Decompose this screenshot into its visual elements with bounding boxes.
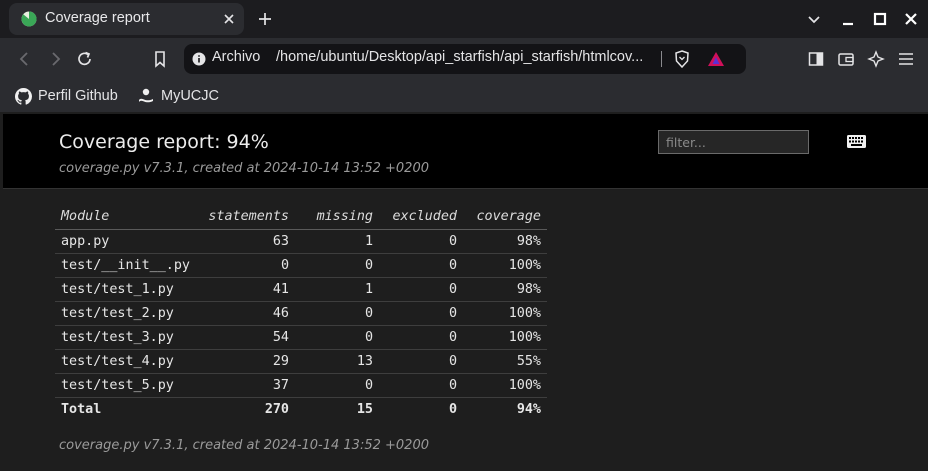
column-header-statements[interactable]: statements [197,205,295,230]
brave-rewards-icon[interactable] [707,50,725,68]
missing-cell: 1 [295,277,379,302]
excluded-cell: 0 [379,229,463,254]
missing-cell: 0 [295,325,379,350]
person-icon [139,88,153,103]
missing-cell: 13 [295,349,379,374]
module-name[interactable]: test/test_2.py [55,301,197,326]
statements-cell: 54 [197,325,295,350]
statements-cell: 41 [197,277,295,302]
excluded-cell: 0 [379,277,463,302]
excluded-cell: 0 [379,301,463,326]
excluded-cell: 0 [379,349,463,374]
total-coverage: 94% [516,401,541,417]
column-header-missing[interactable]: missing [295,205,379,230]
coverage-cell: 98% [463,277,547,302]
bookmark-icon[interactable] [150,49,170,69]
table-row[interactable]: test/test_5.py 37 0 0 100% [55,373,547,398]
missing-cell: 0 [295,301,379,326]
table-row[interactable]: test/test_1.py 41 1 0 98% [55,277,547,302]
total-row: Total 270 15 0 94% [55,397,547,421]
coverage-favicon-icon [21,11,37,27]
file-chip[interactable]: Archivo [212,49,260,65]
close-window-icon[interactable] [901,9,921,29]
module-name[interactable]: test/test_1.py [55,277,197,302]
bookmarks-bar: Perfil Github MyUCJC [0,80,928,112]
coverage-cell: 100% [463,373,547,398]
brave-shields-icon[interactable] [673,50,691,68]
leo-ai-icon[interactable] [866,49,886,69]
forward-icon[interactable] [45,49,65,69]
statements-cell: 37 [197,373,295,398]
tab-title: Coverage report [45,10,150,26]
excluded-cell: 0 [379,373,463,398]
column-header-module[interactable]: Module [55,205,197,230]
statements-cell: 0 [197,253,295,278]
missing-cell: 0 [295,373,379,398]
excluded-cell: 0 [379,325,463,350]
sidebar-icon[interactable] [806,49,826,69]
column-header-coverage[interactable]: coverage [463,205,547,230]
wallet-icon[interactable] [836,49,856,69]
module-name[interactable]: test/test_3.py [55,325,197,350]
table-row[interactable]: test/test_2.py 46 0 0 100% [55,301,547,326]
report-subtitle: coverage.py v7.3.1, created at 2024-10-1… [59,161,429,176]
address-bar[interactable]: Archivo /home/ubuntu/Desktop/api_starfis… [184,44,746,74]
menu-icon[interactable] [896,49,916,69]
keyboard-icon[interactable] [847,135,866,148]
excluded-cell: 0 [379,253,463,278]
browser-toolbar: Archivo /home/ubuntu/Desktop/api_starfis… [0,38,928,80]
page-title: Coverage report: 94% [59,131,269,153]
tab-search-chevron-icon[interactable] [804,9,824,29]
table-row[interactable]: test/__init__.py 0 0 0 100% [55,253,547,278]
table-row[interactable]: test/test_3.py 54 0 0 100% [55,325,547,350]
module-name[interactable]: test/test_4.py [55,349,197,374]
back-icon[interactable] [15,49,35,69]
module-name[interactable]: app.py [55,229,197,254]
coverage-cell: 100% [463,325,547,350]
total-label: Total [61,401,102,417]
coverage-table: Module statements missing excluded cover… [55,205,547,421]
new-tab-icon[interactable] [255,9,275,29]
statements-cell: 46 [197,301,295,326]
total-missing: 15 [356,401,373,417]
coverage-cell: 100% [463,301,547,326]
module-name[interactable]: test/__init__.py [55,253,197,278]
total-excluded: 0 [448,401,457,417]
missing-cell: 1 [295,229,379,254]
filter-input[interactable] [658,130,809,154]
coverage-cell: 55% [463,349,547,374]
column-header-excluded[interactable]: excluded [379,205,463,230]
report-footer: coverage.py v7.3.1, created at 2024-10-1… [59,438,429,453]
info-icon[interactable] [192,52,206,66]
url-text[interactable]: /home/ubuntu/Desktop/api_starfish/api_st… [276,49,660,65]
total-statements: 270 [264,401,289,417]
statements-cell: 29 [197,349,295,374]
coverage-cell: 98% [463,229,547,254]
tab-strip: Coverage report [0,0,928,38]
close-tab-icon[interactable] [220,10,238,28]
maximize-icon[interactable] [870,9,890,29]
table-row[interactable]: app.py 63 1 0 98% [55,229,547,254]
coverage-cell: 100% [463,253,547,278]
minimize-icon[interactable] [838,9,858,29]
address-divider [661,51,662,67]
reload-icon[interactable] [75,49,95,69]
table-row[interactable]: test/test_4.py 29 13 0 55% [55,349,547,374]
bookmark-label: Perfil Github [38,88,118,104]
table-header-row: Module statements missing excluded cover… [55,205,547,230]
coverage-page: Coverage report: 94% coverage.py v7.3.1,… [3,114,928,471]
statements-cell: 63 [197,229,295,254]
tab-coverage-report[interactable]: Coverage report [9,3,244,35]
bookmark-label: MyUCJC [161,88,219,104]
report-header: Coverage report: 94% coverage.py v7.3.1,… [3,114,928,189]
github-icon [15,87,32,105]
module-name[interactable]: test/test_5.py [55,373,197,398]
missing-cell: 0 [295,253,379,278]
bookmark-perfil-github[interactable]: Perfil Github [15,85,118,107]
bookmark-myucjc[interactable]: MyUCJC [137,85,219,107]
